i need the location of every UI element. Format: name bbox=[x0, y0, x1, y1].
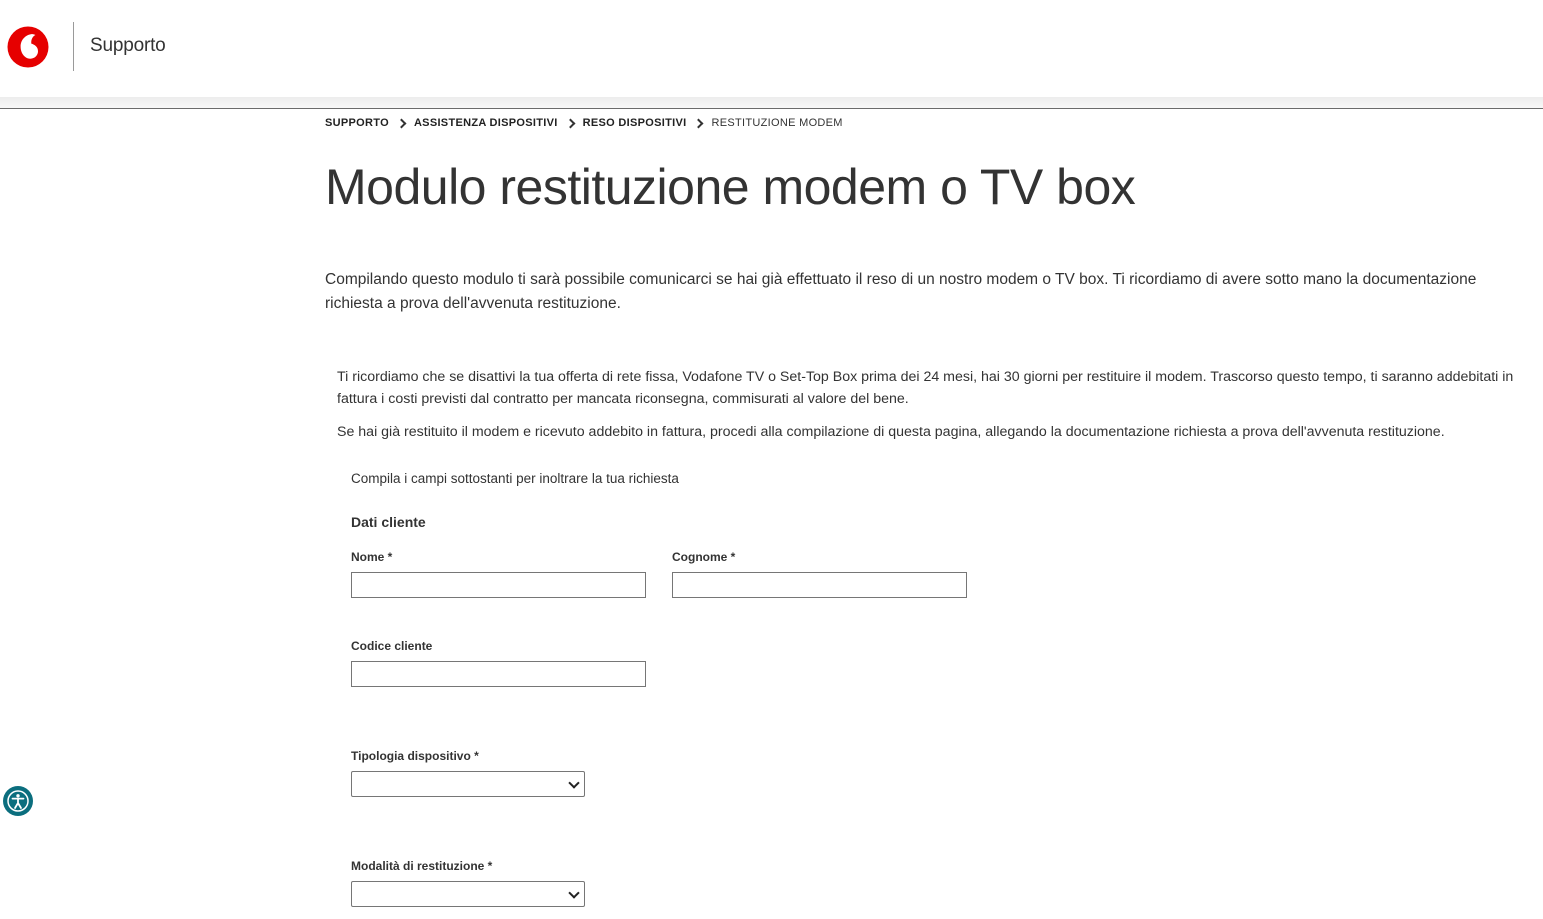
cognome-label: Cognome * bbox=[672, 550, 736, 564]
chevron-down-icon bbox=[568, 777, 580, 789]
modalita-restituzione-select[interactable] bbox=[351, 881, 585, 907]
modalita-restituzione-label: Modalità di restituzione * bbox=[351, 859, 493, 873]
accessibility-icon bbox=[7, 790, 29, 812]
section-heading-dati-cliente: Dati cliente bbox=[351, 514, 426, 530]
chevron-down-icon bbox=[568, 887, 580, 899]
cognome-input[interactable] bbox=[672, 572, 967, 598]
notice-paragraph-2: Se hai già restituito il modem e ricevut… bbox=[337, 424, 1445, 440]
notice-paragraph-1: Ti ricordiamo che se disattivi la tua of… bbox=[337, 369, 1514, 407]
tipologia-dispositivo-select[interactable] bbox=[351, 771, 585, 797]
chevron-right-icon bbox=[396, 118, 407, 128]
breadcrumb-current: RESTITUZIONE MODEM bbox=[711, 117, 843, 129]
vodafone-logo-icon[interactable] bbox=[7, 26, 49, 68]
chevron-right-icon bbox=[565, 118, 576, 128]
nome-label: Nome * bbox=[351, 550, 393, 564]
breadcrumb: SUPPORTO ASSISTENZA DISPOSITIVI RESO DIS… bbox=[325, 117, 843, 129]
nome-input[interactable] bbox=[351, 572, 646, 598]
intro-text: Compilando questo modulo ti sarà possibi… bbox=[325, 271, 1477, 312]
header-title[interactable]: Supporto bbox=[90, 35, 166, 57]
breadcrumb-assistenza-dispositivi[interactable]: ASSISTENZA DISPOSITIVI bbox=[414, 117, 558, 129]
accessibility-button[interactable] bbox=[3, 786, 33, 816]
breadcrumb-reso-dispositivi[interactable]: RESO DISPOSITIVI bbox=[583, 117, 687, 129]
form-instructions: Compila i campi sottostanti per inoltrar… bbox=[351, 471, 679, 486]
chevron-right-icon bbox=[694, 118, 704, 128]
notice-block: Ti ricordiamo che se disattivi la tua of… bbox=[337, 366, 1532, 454]
breadcrumb-supporto[interactable]: SUPPORTO bbox=[325, 117, 389, 129]
tipologia-dispositivo-label: Tipologia dispositivo * bbox=[351, 749, 479, 763]
codice-cliente-label: Codice cliente bbox=[351, 639, 433, 653]
site-header: Supporto bbox=[0, 0, 1543, 98]
header-divider bbox=[73, 22, 74, 71]
header-line bbox=[0, 108, 1543, 109]
codice-cliente-input[interactable] bbox=[351, 661, 646, 687]
page-title: Modulo restituzione modem o TV box bbox=[325, 159, 1136, 215]
